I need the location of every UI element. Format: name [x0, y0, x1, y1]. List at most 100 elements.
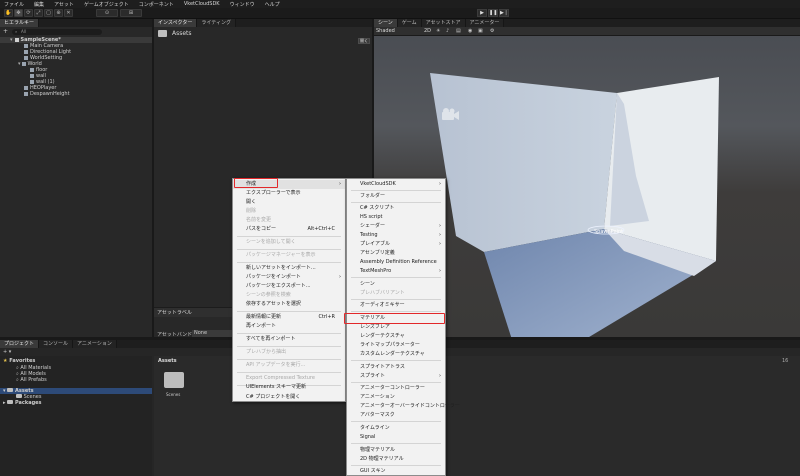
submenu-item-audio-mixer[interactable]: オーディオミキサー: [347, 301, 445, 310]
submenu-item-csharp-script[interactable]: C# スクリプト: [347, 204, 445, 213]
menu-gameobject[interactable]: ゲームオブジェクト: [84, 1, 129, 8]
tab-hierarchy[interactable]: ヒエラルキー: [0, 19, 40, 27]
menu-item-refresh[interactable]: 最新情報に更新 Ctrl+R: [233, 313, 345, 322]
submenu-item-custom-render-texture[interactable]: カスタムレンダーテクスチャ: [347, 350, 445, 359]
menu-item-import-package[interactable]: パッケージをインポート ›: [233, 273, 345, 282]
scenes-folder-icon[interactable]: [164, 372, 184, 388]
submenu-item-animator-override-controller[interactable]: アニメーターオーバーライドコントローラー: [347, 402, 460, 411]
favorites-row[interactable]: ★ Favorites: [3, 358, 35, 364]
play-button-icon[interactable]: ▶: [477, 9, 487, 17]
menu-item-find-references: シーンの参照を検索: [246, 292, 291, 298]
submenu-item-physic-material[interactable]: 物理マテリアル: [347, 446, 445, 455]
step-button-icon[interactable]: ▶❘: [499, 9, 509, 17]
tab-lighting[interactable]: ライティング: [197, 19, 236, 27]
global-toggle[interactable]: ⊞: [120, 9, 142, 17]
menu-item-delete: 削除: [246, 208, 257, 214]
submenu-item-testing[interactable]: Testing ›: [347, 231, 445, 240]
tab-animator[interactable]: アニメーター: [465, 19, 505, 27]
hidden-objects-icon[interactable]: ◉: [468, 28, 472, 34]
submenu-item-vketcloudsdk[interactable]: VketCloudSDK ›: [347, 180, 445, 189]
hierarchy-row-despawnheight[interactable]: DespawnHeight: [0, 91, 152, 97]
submenu-item-gui-skin[interactable]: GUI スキン: [347, 467, 445, 476]
scale-tool-icon[interactable]: ⤢: [34, 9, 43, 17]
add-button[interactable]: +: [3, 28, 8, 35]
submenu-item-shader[interactable]: シェーダー ›: [347, 222, 445, 231]
transform-tool-icon[interactable]: ⊕: [54, 9, 63, 17]
submenu-item-playables[interactable]: プレイアブル ›: [347, 240, 445, 249]
submenu-arrow-icon: ›: [439, 373, 441, 379]
menu-item-reimport-all[interactable]: すべてを再インポート: [233, 335, 345, 344]
scenes-folder-label: Scenes: [166, 392, 181, 397]
menu-item-open[interactable]: 開く: [233, 198, 345, 207]
tab-game[interactable]: ゲーム: [397, 19, 422, 27]
menu-item-show-in-explorer[interactable]: エクスプローラーで表示: [233, 189, 345, 198]
menu-item-package-manager: パッケージマネージャーを表示: [246, 252, 316, 258]
submenu-item-hs-script[interactable]: HS script: [347, 213, 445, 222]
menu-item-select-dependencies[interactable]: 依存するアセットを選択: [233, 300, 345, 309]
menu-component[interactable]: コンポーネント: [139, 1, 174, 8]
rotate-tool-icon[interactable]: ⟳: [24, 9, 33, 17]
tab-scene[interactable]: シーン: [374, 19, 398, 27]
shading-mode-dropdown[interactable]: Shaded: [376, 28, 414, 35]
submenu-item-lightmap-parameters[interactable]: ライトマップパラメーター: [347, 341, 445, 350]
menu-item-import-new-asset[interactable]: 新しいアセットをインポート...: [233, 264, 345, 273]
spawn-point-label: SpawnPoint: [594, 229, 623, 235]
tab-project[interactable]: プロジェクト: [0, 340, 40, 348]
menu-help[interactable]: ヘルプ: [265, 1, 280, 8]
menu-edit[interactable]: 編集: [34, 1, 44, 8]
hierarchy-search-input[interactable]: ⌕ All: [12, 29, 102, 35]
pause-button-icon[interactable]: ❚❚: [488, 9, 498, 17]
menu-item-create[interactable]: 作成 ›: [233, 180, 345, 189]
lighting-toggle-icon[interactable]: ☀: [436, 28, 440, 34]
open-button[interactable]: 開く: [358, 38, 370, 44]
gizmos-dropdown-icon[interactable]: ⚙: [490, 28, 494, 34]
asset-bundle-dropdown[interactable]: None: [192, 330, 232, 337]
gameobject-icon: [24, 43, 28, 48]
menu-file[interactable]: ファイル: [4, 1, 24, 8]
tab-asset-store[interactable]: アセットストア: [421, 19, 466, 27]
audio-toggle-icon[interactable]: ♪: [446, 28, 449, 34]
custom-tool-icon[interactable]: ✕: [64, 9, 73, 17]
menu-item-open-csharp-project[interactable]: C# プロジェクトを開く: [233, 393, 345, 402]
menu-window[interactable]: ウィンドウ: [230, 1, 255, 8]
hand-tool-icon[interactable]: ✋: [4, 9, 13, 17]
submenu-item-assembly-definition-reference[interactable]: Assembly Definition Reference: [347, 258, 445, 267]
submenu-item-folder[interactable]: フォルダー: [347, 192, 445, 201]
submenu-item-signal[interactable]: Signal: [347, 433, 445, 442]
submenu-item-textmeshpro[interactable]: TextMeshPro ›: [347, 267, 445, 276]
submenu-item-assembly-definition[interactable]: アセンブリ定義: [347, 249, 445, 258]
tab-inspector[interactable]: インスペクター: [154, 19, 198, 27]
submenu-item-animation[interactable]: アニメーション: [347, 393, 445, 402]
menu-item-uielements-schema[interactable]: UIElements スキーマ更新: [233, 383, 345, 392]
effects-toggle-icon[interactable]: ▤: [456, 28, 461, 34]
menu-assets[interactable]: アセット: [54, 1, 74, 8]
favorite-all-prefabs[interactable]: ⌕ All Prefabs: [16, 377, 47, 383]
tab-console[interactable]: コンソール: [39, 340, 74, 348]
tab-animation[interactable]: アニメーション: [73, 340, 117, 348]
menu-item-copy-path[interactable]: パスをコピー Alt+Ctrl+C: [233, 225, 345, 234]
rect-tool-icon[interactable]: ▢: [44, 9, 53, 17]
submenu-item-physics-material-2d[interactable]: 2D 物理マテリアル: [347, 455, 445, 464]
submenu-item-material[interactable]: マテリアル: [347, 314, 445, 323]
2d-toggle[interactable]: 2D: [424, 28, 431, 35]
menu-item-reimport[interactable]: 再インポート: [233, 322, 345, 331]
menu-item-export-package[interactable]: パッケージをエクスポート...: [233, 282, 345, 291]
submenu-arrow-icon: ›: [439, 268, 441, 274]
submenu-item-render-texture[interactable]: レンダーテクスチャ: [347, 332, 445, 341]
submenu-item-sprites[interactable]: スプライト ›: [347, 372, 445, 381]
submenu-item-lens-flare[interactable]: レンズフレア: [347, 323, 445, 332]
menu-vketcloudsdk[interactable]: VketCloudSDK: [184, 1, 220, 7]
project-add-button[interactable]: + ▾: [3, 349, 11, 355]
submenu-item-sprite-atlas[interactable]: スプライトアトラス: [347, 363, 445, 372]
submenu-item-timeline[interactable]: タイムライン: [347, 424, 445, 433]
pivot-toggle[interactable]: ⊙: [96, 9, 118, 17]
submenu-item-avatar-mask[interactable]: アバターマスク: [347, 411, 445, 420]
gameobject-icon: [30, 79, 34, 84]
camera-settings-icon[interactable]: ▣: [478, 28, 483, 34]
assets-breadcrumb: Assets: [158, 358, 177, 364]
packages-folder-row[interactable]: ▸ Packages: [3, 400, 42, 406]
submenu-item-animator-controller[interactable]: アニメーターコントローラー: [347, 384, 445, 393]
move-tool-icon[interactable]: ✥: [14, 9, 23, 17]
submenu-item-scene[interactable]: シーン: [347, 280, 445, 289]
gameobject-icon: [24, 91, 28, 96]
